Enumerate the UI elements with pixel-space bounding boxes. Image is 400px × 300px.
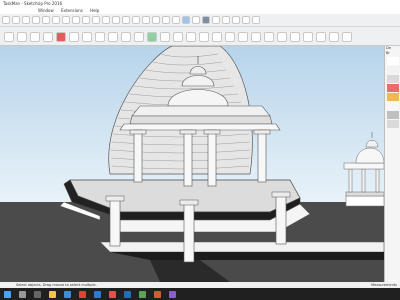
axes-tool-icon[interactable] xyxy=(132,16,140,24)
offset-tool-icon[interactable] xyxy=(102,16,110,24)
color-swatch[interactable] xyxy=(387,120,399,128)
title-bar: TaskMan - SketchUp Pro 2016 xyxy=(0,0,400,8)
undo-icon[interactable] xyxy=(69,31,79,42)
new-file-icon[interactable] xyxy=(4,31,14,42)
tape-tool-icon[interactable] xyxy=(112,16,120,24)
top-toolbar xyxy=(0,14,400,27)
menu-item-help[interactable]: Help xyxy=(90,8,99,13)
pillar xyxy=(183,129,193,187)
save-file-icon[interactable] xyxy=(30,31,40,42)
zoom-extents-icon[interactable] xyxy=(172,16,180,24)
search-icon[interactable] xyxy=(19,290,26,298)
eraser-tool-icon[interactable] xyxy=(12,16,20,24)
bottom-toolbar xyxy=(0,28,400,46)
chrome-icon[interactable] xyxy=(79,290,86,298)
acrobat-icon[interactable] xyxy=(109,290,116,298)
style-textured-icon[interactable] xyxy=(242,16,250,24)
paint-bucket-icon[interactable] xyxy=(121,31,131,42)
color-swatch[interactable] xyxy=(387,84,399,92)
powerpoint-icon[interactable] xyxy=(154,290,161,298)
scale-tool-icon[interactable] xyxy=(92,16,100,24)
window-title: TaskMan - SketchUp Pro 2016 xyxy=(3,1,63,6)
word-icon[interactable] xyxy=(94,290,101,298)
fog-icon[interactable] xyxy=(264,31,274,42)
edge-browser-icon[interactable] xyxy=(64,290,71,298)
redo-icon[interactable] xyxy=(82,31,92,42)
zoom-tool-icon[interactable] xyxy=(162,16,170,24)
push-pull-tool-icon[interactable] xyxy=(62,16,70,24)
text-tool-icon[interactable] xyxy=(122,16,130,24)
style-shaded-icon[interactable] xyxy=(232,16,240,24)
file-explorer-icon[interactable] xyxy=(49,290,56,298)
camera-iso-icon[interactable] xyxy=(160,31,170,42)
camera-left-icon[interactable] xyxy=(225,31,235,42)
warehouse-icon[interactable] xyxy=(182,16,190,24)
display-section-icon[interactable] xyxy=(251,31,261,42)
walk-icon[interactable] xyxy=(290,31,300,42)
select-tool-icon[interactable] xyxy=(2,16,10,24)
color-swatch[interactable] xyxy=(387,75,399,83)
pillar xyxy=(133,129,143,183)
look-around-icon[interactable] xyxy=(303,31,313,42)
windows-taskbar xyxy=(0,288,400,300)
delete-icon[interactable] xyxy=(56,31,66,42)
camera-front-icon[interactable] xyxy=(186,31,196,42)
arc-tool-icon[interactable] xyxy=(42,16,50,24)
app-icon[interactable] xyxy=(124,290,131,298)
media-icon[interactable] xyxy=(169,290,176,298)
rectangle-tool-icon[interactable] xyxy=(52,16,60,24)
pillar xyxy=(207,129,217,187)
default-tray-panel[interactable]: De Br xyxy=(384,46,400,282)
temple-model-scene xyxy=(0,46,384,282)
color-swatch[interactable] xyxy=(387,66,399,74)
sketchup-icon[interactable] xyxy=(139,290,146,298)
home-icon[interactable] xyxy=(329,31,339,42)
windows-start-icon[interactable] xyxy=(4,290,11,298)
style-xray-icon[interactable] xyxy=(202,16,210,24)
style-hidden-line-icon[interactable] xyxy=(222,16,230,24)
pan-tool-icon[interactable] xyxy=(152,16,160,24)
menu-item-extensions[interactable]: Extensions xyxy=(61,8,83,13)
line-tool-icon[interactable] xyxy=(32,16,40,24)
open-file-icon[interactable] xyxy=(17,31,27,42)
pencil-tool-icon[interactable] xyxy=(22,16,30,24)
color-swatch[interactable] xyxy=(387,111,399,119)
tray-label-browse: Br xyxy=(386,51,390,55)
position-camera-icon[interactable] xyxy=(316,31,326,42)
layer-icon[interactable] xyxy=(147,31,157,42)
orbit-tool-icon[interactable] xyxy=(142,16,150,24)
task-view-icon[interactable] xyxy=(34,290,41,298)
cut-icon[interactable] xyxy=(43,31,53,42)
camera-right-icon[interactable] xyxy=(199,31,209,42)
model-info-icon[interactable] xyxy=(108,31,118,42)
camera-back-icon[interactable] xyxy=(212,31,222,42)
move-tool-icon[interactable] xyxy=(72,16,80,24)
section-plane-icon[interactable] xyxy=(238,31,248,42)
model-viewport[interactable] xyxy=(0,46,384,282)
color-swatch[interactable] xyxy=(387,93,399,101)
pillar xyxy=(257,129,267,183)
print-icon[interactable] xyxy=(95,31,105,42)
menu-item-window[interactable]: Window xyxy=(38,8,54,13)
color-swatch[interactable] xyxy=(387,57,399,65)
shadow-icon[interactable] xyxy=(192,16,200,24)
style-wireframe-icon[interactable] xyxy=(212,16,220,24)
color-swatch[interactable] xyxy=(387,102,399,110)
grid-icon[interactable] xyxy=(342,31,352,42)
camera-top-icon[interactable] xyxy=(173,31,183,42)
rotate-tool-icon[interactable] xyxy=(82,16,90,24)
style-monochrome-icon[interactable] xyxy=(252,16,260,24)
component-icon[interactable] xyxy=(134,31,144,42)
match-photo-icon[interactable] xyxy=(277,31,287,42)
